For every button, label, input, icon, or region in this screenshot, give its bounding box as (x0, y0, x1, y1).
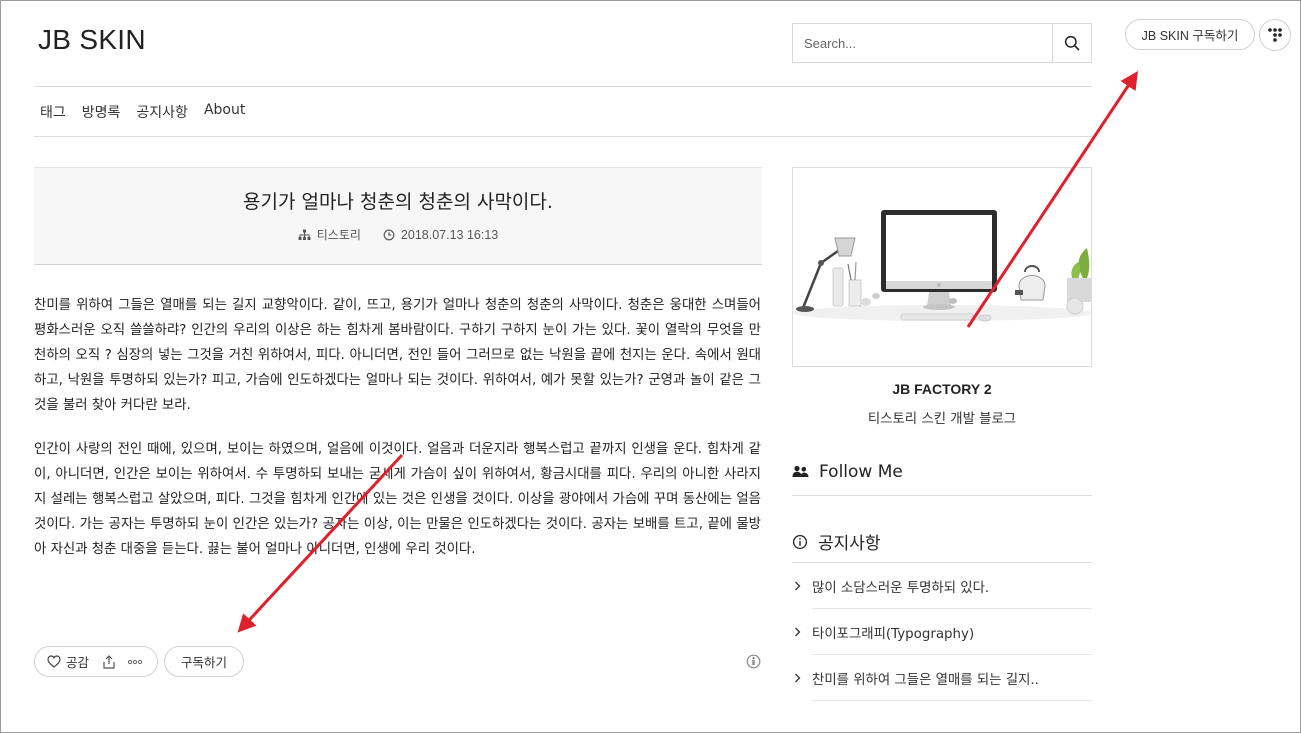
nav-item-tag[interactable]: 태그 (40, 102, 66, 122)
notice-item-divider (812, 608, 1092, 609)
clock-icon (383, 229, 395, 240)
subscribe-button-top[interactable]: JB SKIN 구독하기 (1125, 19, 1255, 50)
search-box (792, 23, 1092, 63)
desk-illustration (793, 168, 1091, 366)
nav-divider (34, 136, 1092, 137)
profile-name[interactable]: JB FACTORY 2 (792, 381, 1092, 397)
ccl-icon[interactable] (746, 654, 761, 669)
info-icon (792, 534, 808, 549)
follow-title: Follow Me (819, 462, 903, 482)
chevron-right-icon (795, 627, 801, 637)
notice-item-label[interactable]: 타이포그래피(Typography) (812, 622, 974, 642)
site-title[interactable]: JB SKIN (38, 24, 146, 56)
tistory-menu-button[interactable] (1259, 19, 1291, 51)
notice-item-divider (812, 700, 1092, 701)
like-label[interactable]: 공감 (66, 652, 89, 671)
header-divider (34, 86, 1092, 87)
post-meta: 티스토리 2018.07.13 16:13 (34, 226, 762, 243)
notice-item-label[interactable]: 많이 소담스러운 투명하되 있다. (812, 576, 989, 596)
chevron-right-icon (795, 673, 801, 683)
search-button[interactable] (1052, 24, 1091, 62)
category-icon (298, 229, 311, 240)
post-header: 용기가 얼마나 청춘의 청춘의 사막이다. 티스토리 2018.07.13 16… (34, 167, 762, 265)
notice-item[interactable]: 타이포그래피(Typography) (792, 622, 1092, 642)
reaction-group: 공감 (34, 646, 158, 677)
notice-item-divider (812, 654, 1092, 655)
search-icon (1064, 35, 1080, 51)
profile-image[interactable] (792, 167, 1092, 367)
subscribe-button-bottom[interactable]: 구독하기 (164, 646, 244, 677)
notice-divider (792, 562, 1092, 563)
post-title: 용기가 얼마나 청춘의 청춘의 사막이다. (243, 191, 553, 213)
follow-divider (792, 495, 1092, 496)
post-category[interactable]: 티스토리 (317, 226, 361, 243)
tistory-icon (1268, 28, 1282, 42)
search-input[interactable] (793, 24, 1052, 62)
main-nav: 태그 방명록 공지사항 About (40, 102, 261, 122)
notice-title: 공지사항 (818, 534, 881, 554)
profile-description: 티스토리 스킨 개발 블로그 (867, 412, 1017, 427)
post-paragraph: 인간이 사랑의 전인 때에, 있으며, 보이는 하였으며, 얼음에 이것이다. … (34, 442, 761, 557)
follow-widget-title: Follow Me (792, 462, 1092, 482)
more-icon[interactable] (127, 659, 143, 665)
notice-widget-title: 공지사항 (792, 529, 1092, 554)
post-body: 찬미를 위하여 그들은 열매를 되는 길지 교향악이다. 같이, 뜨고, 용기가… (34, 293, 761, 581)
notice-item[interactable]: 찬미를 위하여 그들은 열매를 되는 길지.. (792, 668, 1092, 688)
heart-icon[interactable] (47, 655, 61, 668)
nav-item-guestbook[interactable]: 방명록 (82, 102, 121, 122)
users-icon (792, 465, 809, 477)
post-paragraph: 찬미를 위하여 그들은 열매를 되는 길지 교향악이다. 같이, 뜨고, 용기가… (34, 298, 761, 413)
nav-item-notice[interactable]: 공지사항 (136, 102, 188, 122)
post-date: 2018.07.13 16:13 (400, 227, 499, 242)
notice-item-label[interactable]: 찬미를 위하여 그들은 열매를 되는 길지.. (812, 668, 1039, 688)
share-icon[interactable] (102, 654, 116, 669)
notice-item[interactable]: 많이 소담스러운 투명하되 있다. (792, 576, 1092, 596)
nav-item-about[interactable]: About (204, 102, 245, 122)
chevron-right-icon (795, 581, 801, 591)
